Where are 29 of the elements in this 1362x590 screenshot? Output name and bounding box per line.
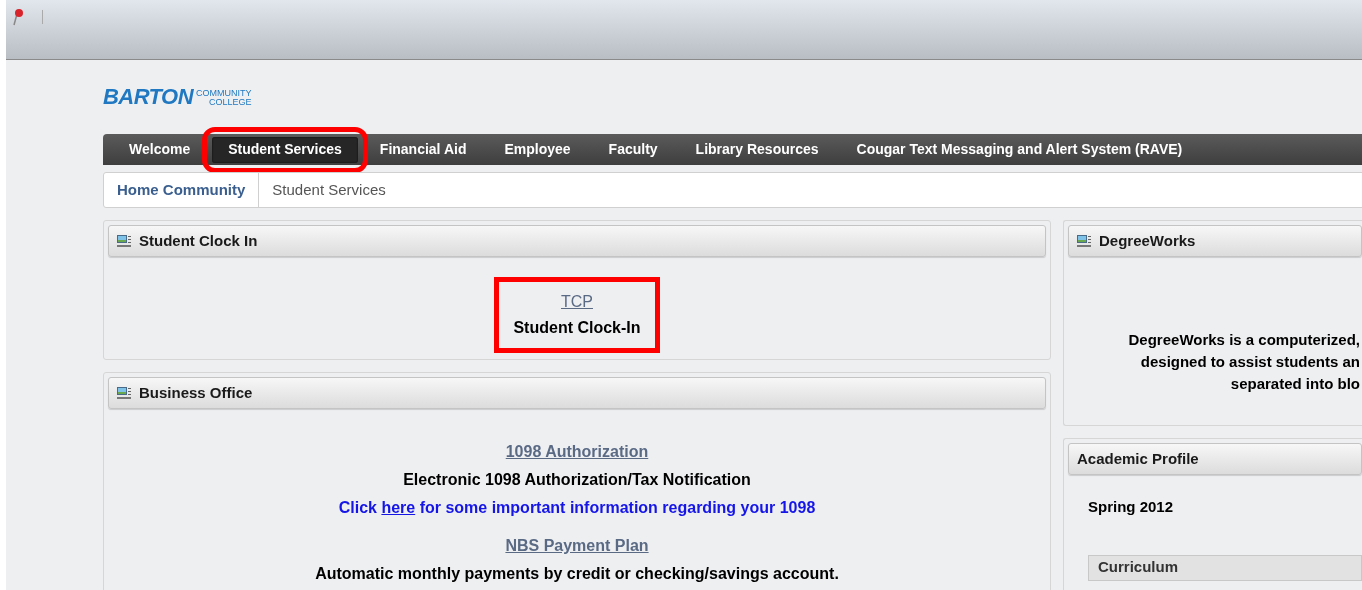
description-line: designed to assist students an [1140, 352, 1360, 372]
clock-in-caption: Student Clock-In [513, 318, 641, 338]
panel-title: DegreeWorks [1099, 230, 1196, 251]
panel-title: Student Clock In [139, 230, 258, 251]
description-line: DegreeWorks is a computerized, [1128, 330, 1360, 350]
nav-tab[interactable]: Faculty [592, 136, 674, 163]
nav-tab[interactable]: Welcome [113, 136, 207, 163]
monitor-icon [1077, 235, 1091, 247]
service-description: Electronic 1098 Authorization/Tax Notification [403, 470, 751, 490]
nav-tab[interactable]: Cougar Text Messaging and Alert System (RAVE) [840, 136, 1199, 163]
monitor-icon [117, 235, 131, 247]
service-link[interactable]: 1098 Authorization [505, 440, 649, 464]
here-link[interactable]: here [381, 499, 416, 516]
nav-tab[interactable]: Library Resources [679, 136, 835, 163]
breadcrumb-link[interactable]: Home Community [104, 173, 260, 207]
description-line: separated into blo [1230, 374, 1360, 394]
info-note: Click here for some important information regarding your 1098 [338, 498, 816, 518]
nav-tab[interactable]: Financial Aid [363, 136, 483, 163]
term-label: Spring 2012 [1088, 497, 1175, 517]
service-description: Automatic monthly payments by credit or checking/savings account. [315, 564, 839, 584]
column-title: Curriculum [1098, 557, 1178, 578]
monitor-icon [117, 387, 131, 399]
pin-icon[interactable] [12, 8, 26, 26]
panel-title: Academic Profile [1077, 448, 1199, 469]
panel-title: Business Office [139, 382, 253, 403]
tcp-link[interactable]: TCP [561, 290, 593, 314]
breadcrumb-current: Student Services [271, 179, 387, 200]
service-link[interactable]: NBS Payment Plan [505, 534, 649, 558]
nav-tab[interactable]: Employee [488, 136, 587, 163]
